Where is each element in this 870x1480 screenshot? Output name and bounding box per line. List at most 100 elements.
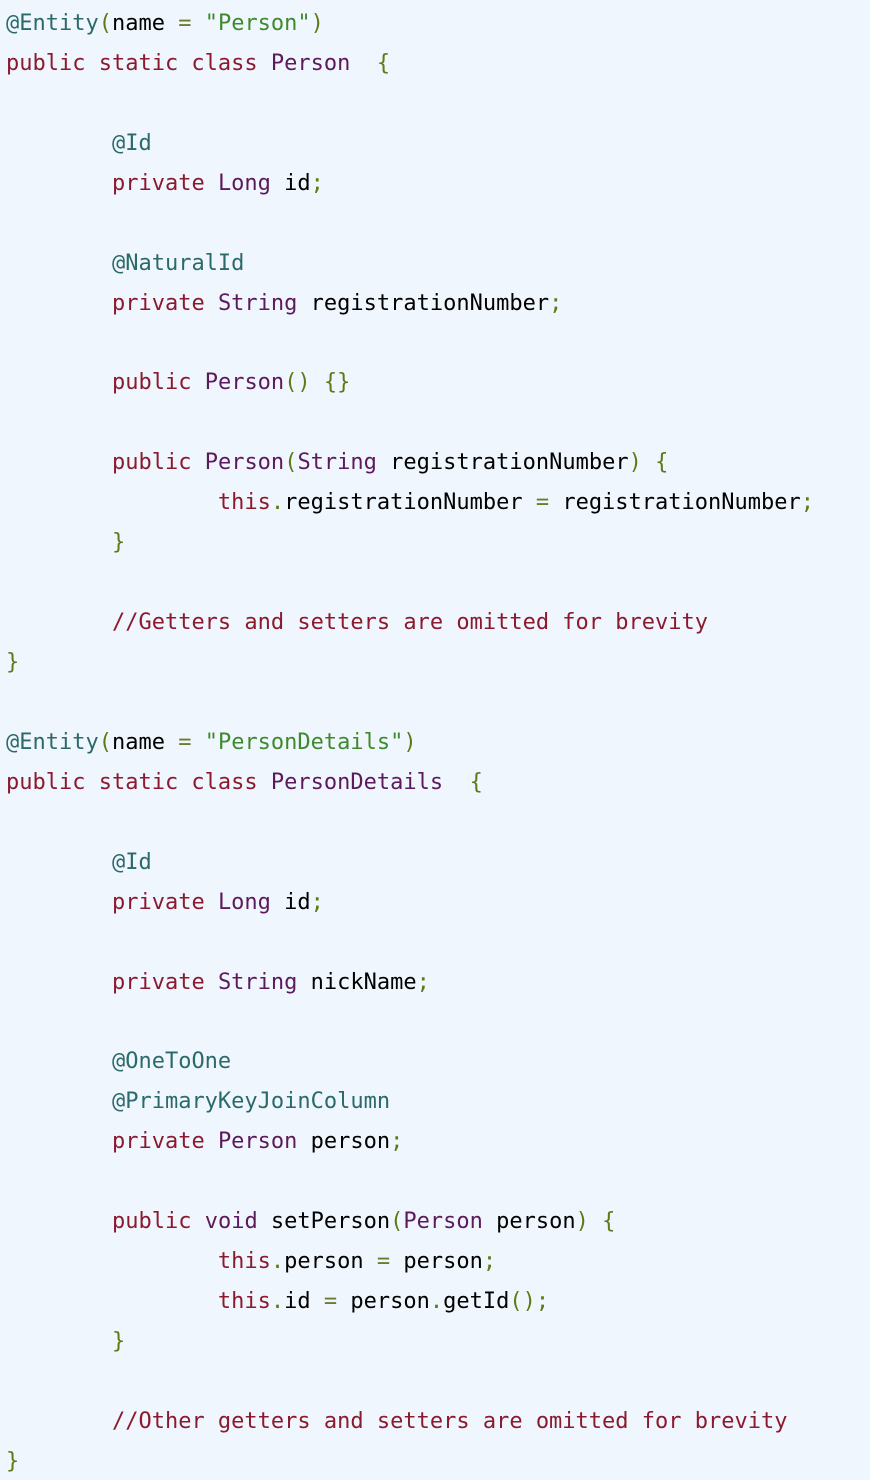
code-token-operator: =: [178, 11, 192, 36]
code-line: }: [6, 523, 870, 563]
code-line: public Person(String registrationNumber)…: [6, 443, 870, 483]
code-token-type: PersonDetails: [270, 769, 444, 795]
code-token-keyword: public: [111, 450, 192, 476]
code-token-comment: //Other getters and setters are omitted …: [111, 1408, 788, 1434]
code-token-comment: //Getters and setters are omitted for br…: [111, 610, 708, 636]
code-token-plain: nickName: [297, 969, 417, 995]
code-token-punct: ) {: [575, 1209, 616, 1235]
code-token-operator: =: [376, 1249, 391, 1275]
code-token-plain: id: [284, 1289, 324, 1314]
code-token-keyword: public: [111, 1209, 192, 1235]
code-token-plain: registrationNumber: [297, 290, 550, 316]
code-token-plain: person: [297, 1129, 391, 1155]
code-token-keyword: public static class: [6, 50, 258, 76]
code-token-annotation: @Entity: [6, 729, 99, 755]
code-token-punct: (: [98, 11, 112, 36]
code-token-type: Person: [204, 450, 285, 476]
code-line: @PrimaryKeyJoinColumn: [6, 1082, 870, 1122]
code-token-plain: id: [270, 889, 311, 915]
code-token-punct: ;: [390, 1129, 404, 1155]
code-token-type: String: [297, 450, 377, 476]
code-line: //Other getters and setters are omitted …: [6, 1402, 870, 1442]
code-token-type: String: [217, 290, 298, 316]
code-token-string: "Person": [204, 11, 311, 36]
code-token-punct: ;: [800, 490, 814, 516]
code-token-punct: ) {: [628, 450, 669, 476]
code-token-plain: person: [337, 1289, 430, 1314]
code-token-punct: (: [284, 450, 298, 476]
code-token-punct: ;: [310, 170, 324, 196]
code-line: this.id = person.getId();: [6, 1282, 870, 1322]
code-token-type: Long: [217, 170, 271, 196]
code-token-type: Long: [217, 889, 271, 915]
code-token-punct: .: [270, 1289, 285, 1314]
code-line: public static class PersonDetails {: [6, 763, 870, 803]
code-token-operator: =: [178, 729, 192, 755]
code-line: @NaturalId: [6, 244, 870, 284]
code-token-type: Person: [403, 1209, 483, 1235]
code-token-plain: setPerson: [257, 1209, 391, 1235]
code-token-plain: registrationNumber: [549, 490, 801, 516]
code-line: @Entity(name = "PersonDetails"): [6, 723, 870, 763]
code-token-punct: }: [6, 1448, 20, 1474]
code-token-punct: ;: [416, 969, 430, 995]
code-line: @OneToOne: [6, 1042, 870, 1082]
code-token-keyword: public: [111, 370, 192, 396]
code-line: @Id: [6, 124, 870, 164]
code-line: public static class Person {: [6, 44, 870, 84]
code-line: }: [6, 1322, 870, 1362]
code-token-annotation: @NaturalId: [111, 250, 245, 276]
code-token-punct: {: [469, 769, 483, 795]
code-token-keyword: private: [111, 170, 205, 196]
code-token-plain: getId: [443, 1289, 510, 1314]
code-token-punct: }: [6, 650, 20, 675]
code-token-annotation: @Entity: [6, 11, 99, 36]
code-token-keyword: this: [217, 1249, 271, 1275]
code-token-punct: ;: [482, 1249, 497, 1275]
code-line: private Long id;: [6, 164, 870, 204]
code-token-plain: id: [270, 170, 311, 196]
code-line: this.person = person;: [6, 1242, 870, 1282]
code-token-punct: ;: [310, 889, 324, 915]
code-token-punct: .: [270, 1249, 285, 1275]
code-token-operator: =: [323, 1289, 338, 1314]
code-token-type: void: [204, 1209, 258, 1235]
code-token-string: "PersonDetails": [204, 729, 404, 755]
code-line: private String registrationNumber;: [6, 284, 870, 324]
code-token-plain: registrationNumber: [376, 450, 629, 476]
code-token-annotation: @OneToOne: [111, 1049, 232, 1075]
code-line: }: [6, 643, 870, 683]
code-token-plain: name: [111, 11, 179, 36]
code-token-punct: (: [390, 1209, 404, 1235]
code-token-plain: person: [482, 1209, 576, 1235]
code-line: private Long id;: [6, 883, 870, 923]
code-token-punct: ();: [509, 1289, 550, 1314]
